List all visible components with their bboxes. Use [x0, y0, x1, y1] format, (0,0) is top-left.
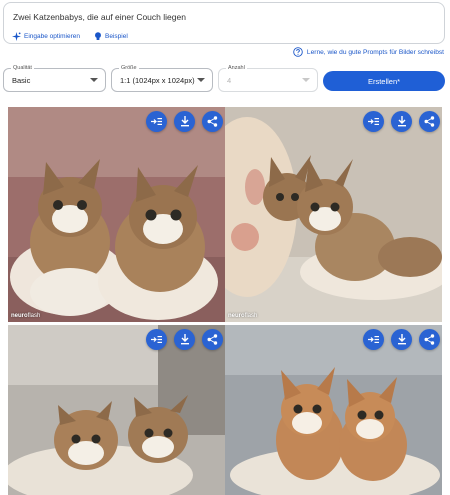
quality-label: Qualität [11, 64, 34, 72]
prompt-text[interactable]: Zwei Katzenbabys, die auf einer Couch li… [13, 12, 186, 22]
download-icon [180, 334, 189, 345]
insert-icon [368, 118, 379, 125]
generated-image-4[interactable] [225, 325, 442, 495]
generated-image-1[interactable]: neuroflash [8, 107, 225, 322]
download-icon [180, 116, 189, 127]
image-grid: neuroflash neuroflash [8, 107, 442, 495]
share-icon [207, 334, 218, 345]
download-button[interactable] [391, 329, 412, 350]
image-actions [146, 329, 223, 350]
prompt-input[interactable]: Zwei Katzenbabys, die auf einer Couch li… [3, 2, 445, 44]
size-label: Größe [119, 64, 139, 72]
quality-select[interactable]: Qualität Basic [3, 64, 106, 92]
create-button[interactable]: Erstellen* [323, 71, 445, 91]
sparkle-icon [12, 32, 21, 41]
insert-button[interactable] [146, 111, 167, 132]
example-label: Beispiel [105, 33, 128, 40]
insert-button[interactable] [363, 329, 384, 350]
size-select[interactable]: Größe 1:1 (1024px x 1024px) [111, 64, 213, 92]
download-button[interactable] [174, 111, 195, 132]
share-icon [424, 334, 435, 345]
generated-image-3[interactable] [8, 325, 225, 495]
image-actions [146, 111, 223, 132]
optimize-input-button[interactable]: Eingabe optimieren [12, 32, 80, 41]
watermark: neuroflash [228, 313, 258, 319]
prompt-help-link[interactable]: Lerne, wie du gute Prompts für Bilder sc… [293, 47, 444, 57]
help-link-text: Lerne, wie du gute Prompts für Bilder sc… [306, 48, 444, 56]
image-actions [363, 329, 440, 350]
count-value: 4 [227, 76, 232, 85]
insert-button[interactable] [146, 329, 167, 350]
lightbulb-icon [95, 32, 101, 41]
chevron-down-icon [90, 78, 98, 82]
chevron-down-icon [197, 78, 205, 82]
share-button[interactable] [419, 111, 440, 132]
kitten-image [8, 325, 225, 495]
help-circle-icon [293, 47, 303, 57]
share-button[interactable] [202, 329, 223, 350]
count-select[interactable]: Anzahl 4 [218, 64, 318, 92]
share-icon [207, 116, 218, 127]
size-value: 1:1 (1024px x 1024px) [120, 76, 195, 85]
chevron-down-icon [302, 78, 310, 82]
download-button[interactable] [391, 111, 412, 132]
generated-image-2[interactable]: neuroflash [225, 107, 442, 322]
kitten-image [8, 107, 225, 322]
insert-button[interactable] [363, 111, 384, 132]
download-icon [397, 334, 406, 345]
prompt-actions: Eingabe optimieren Beispiel [12, 32, 128, 41]
count-label: Anzahl [226, 64, 247, 72]
image-actions [363, 111, 440, 132]
share-button[interactable] [419, 329, 440, 350]
insert-icon [151, 336, 162, 343]
download-icon [397, 116, 406, 127]
insert-icon [368, 336, 379, 343]
watermark: neuroflash [11, 313, 41, 319]
optimize-input-label: Eingabe optimieren [24, 33, 81, 40]
example-button[interactable]: Beispiel [94, 32, 128, 41]
share-button[interactable] [202, 111, 223, 132]
insert-icon [151, 118, 162, 125]
quality-value: Basic [12, 76, 31, 85]
kitten-image [225, 107, 442, 322]
download-button[interactable] [174, 329, 195, 350]
share-icon [424, 116, 435, 127]
kitten-image [225, 325, 442, 495]
